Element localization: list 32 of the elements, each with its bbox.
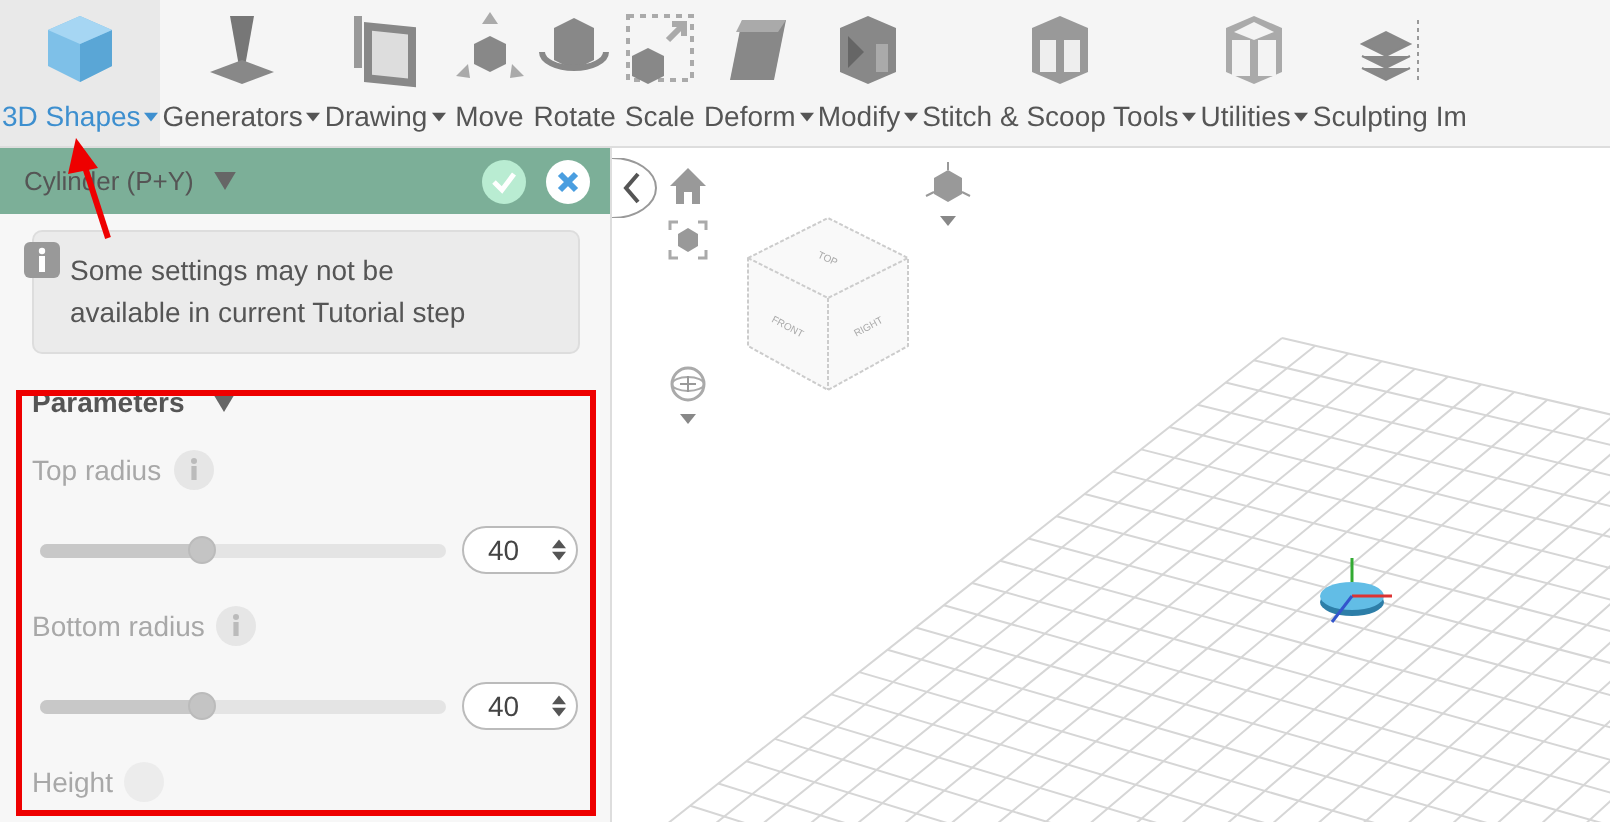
spinner-icon[interactable] [550,536,568,564]
toolbar-button[interactable]: Drawing [322,0,448,146]
orbit-icon[interactable] [668,364,708,428]
close-button[interactable] [546,159,590,203]
info-icon[interactable] [173,450,214,490]
toolbar-button[interactable]: Generators [160,0,323,146]
toolbar-button[interactable]: Stitch & Scoop Tools [920,0,1199,146]
collapse-panel-button[interactable] [612,158,660,218]
section-title[interactable]: Parameters [32,386,185,418]
fit-view-icon[interactable] [668,220,708,260]
home-icon[interactable] [668,166,708,206]
slider-thumb[interactable] [188,535,217,563]
slider-thumb[interactable] [188,691,217,719]
toolbar-button[interactable]: Rotate [531,0,618,146]
collapse-caret-icon[interactable] [212,392,237,412]
toolbar-button[interactable]: Move [447,0,532,146]
toolbar-button[interactable]: Deform [701,0,816,146]
info-icon[interactable] [216,606,257,646]
toolbar-button[interactable]: Modify [815,0,921,146]
parameter-label: Top radius [32,454,162,486]
notice-text: Some settings may not be available in current Tutorial step [70,252,468,332]
parameter-label: Height [32,766,113,798]
spinner-icon[interactable] [550,692,568,720]
info-icon [24,242,60,278]
confirm-button[interactable] [482,159,526,203]
number-input[interactable]: 40 [462,526,578,574]
number-input[interactable]: 40 [462,682,578,730]
dropdown-caret-icon[interactable] [213,172,236,190]
parameter-label: Bottom radius [32,610,205,642]
toolbar-button[interactable]: Utilities [1198,0,1311,146]
toolbar-button[interactable]: Scale [617,0,702,146]
toolbar-button[interactable]: Sculpting Im [1310,0,1469,146]
